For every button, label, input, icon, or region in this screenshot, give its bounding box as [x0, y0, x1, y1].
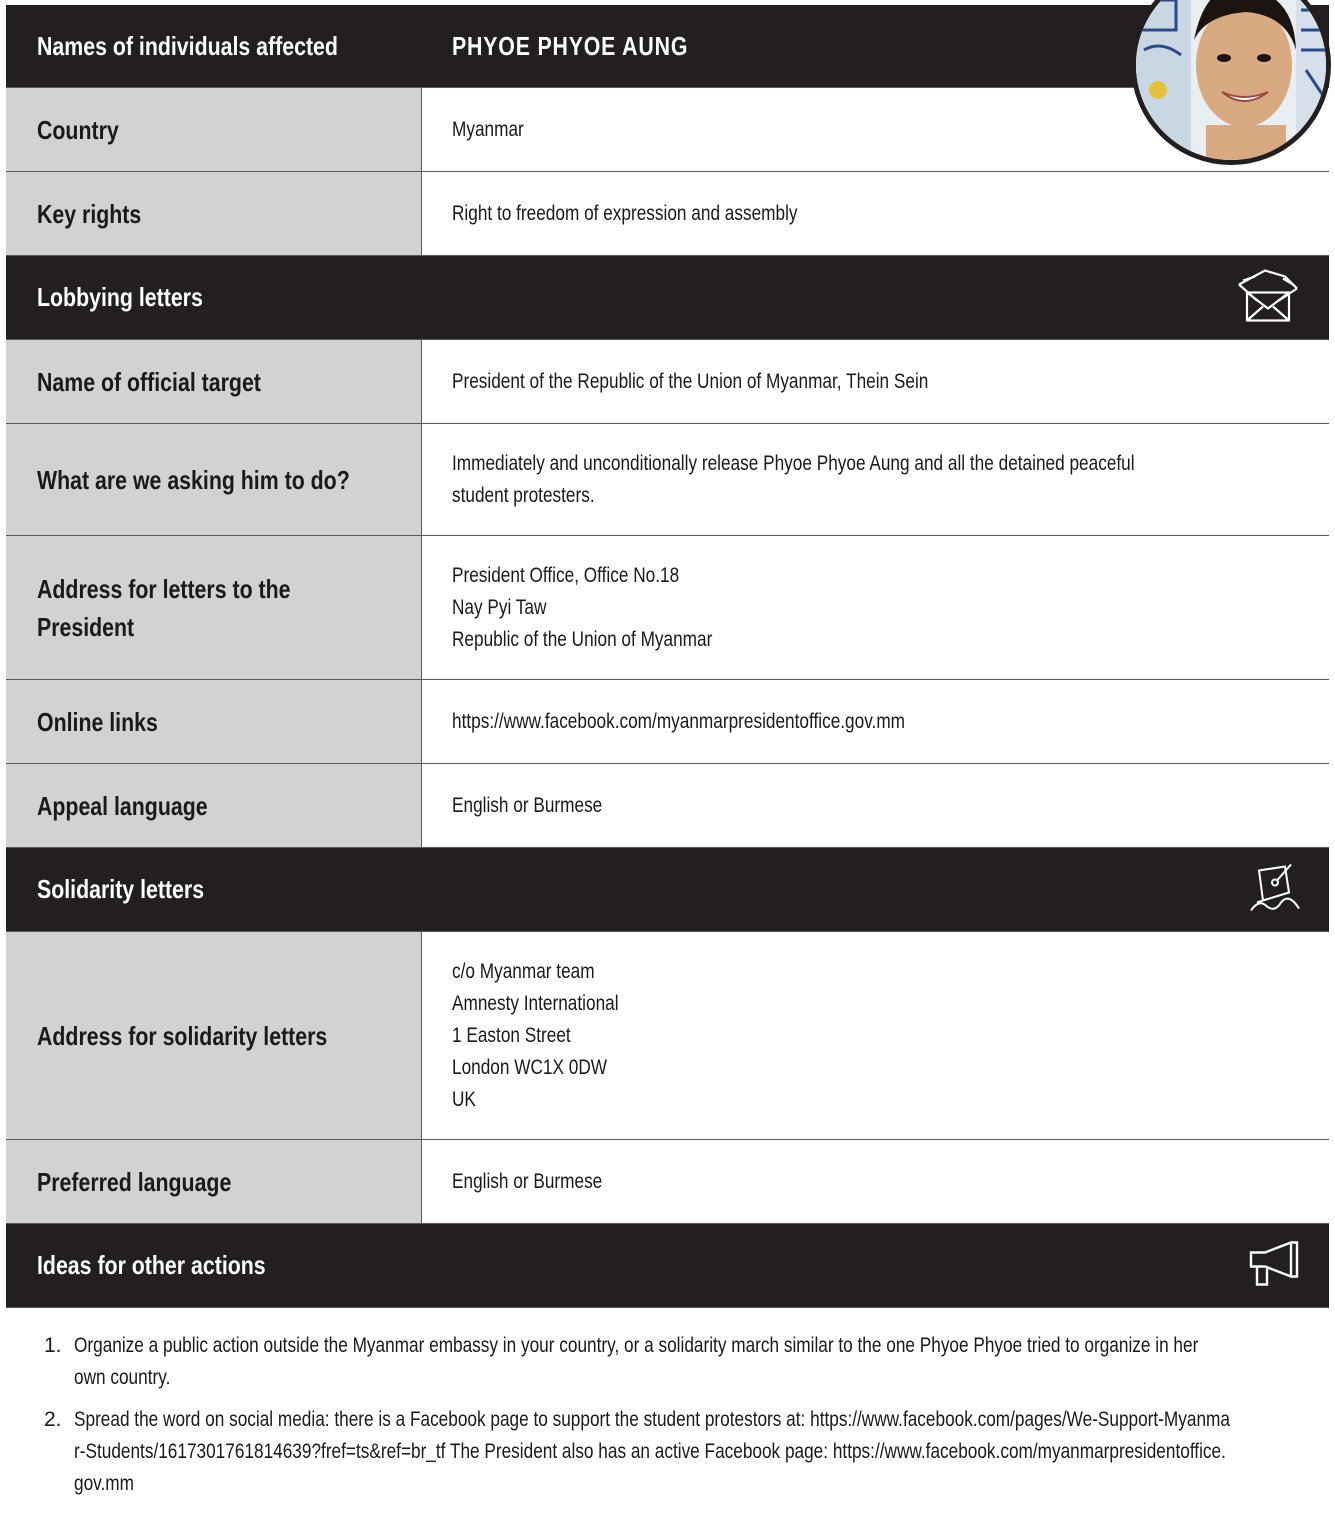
row-value[interactable]: https://www.facebook.com/myanmarpresiden…	[422, 680, 1329, 763]
section-title: Ideas for other actions	[37, 1250, 266, 1280]
row-label: Country	[6, 88, 422, 171]
country-row: Country Myanmar	[6, 88, 1329, 172]
ideas-section-header: Ideas for other actions	[6, 1224, 1329, 1308]
row-value: Immediately and unconditionally release …	[452, 451, 1135, 507]
list-item: 2. Spread the word on social media: ther…	[44, 1404, 1289, 1500]
list-number: 2.	[44, 1408, 62, 1431]
case-sheet: Names of individuals affected PHYOE PHYO…	[6, 0, 1331, 1520]
solidarity-address-row: Address for solidarity letters c/o Myanm…	[6, 932, 1329, 1140]
list-number: 1.	[44, 1334, 62, 1357]
row-value: President of the Republic of the Union o…	[452, 369, 929, 393]
row-value: President Office, Office No.18 Nay Pyi T…	[452, 563, 713, 651]
key-rights-row: Key rights Right to freedom of expressio…	[6, 172, 1329, 256]
row-label: Address for letters to the President	[6, 536, 422, 679]
asking-row: What are we asking him to do? Immediatel…	[6, 424, 1329, 536]
row-label: Preferred language	[6, 1140, 422, 1223]
section-title: Lobbying letters	[37, 282, 203, 312]
row-label: What are we asking him to do?	[6, 424, 422, 535]
header-label: Names of individuals affected	[37, 30, 338, 61]
envelope-icon	[1235, 266, 1301, 329]
row-label: Online links	[6, 680, 422, 763]
appeal-language-row: Appeal language English or Burmese	[6, 764, 1329, 848]
official-target-row: Name of official target President of the…	[6, 340, 1329, 424]
header-row: Names of individuals affected PHYOE PHYO…	[6, 0, 1331, 165]
section-title: Solidarity letters	[37, 874, 205, 904]
row-value: English or Burmese	[452, 1169, 603, 1193]
pen-nib-icon	[1249, 862, 1301, 917]
megaphone-icon	[1247, 1240, 1301, 1291]
row-value: English or Burmese	[452, 793, 603, 817]
row-value: c/o Myanmar team Amnesty International 1…	[452, 959, 619, 1111]
online-links-row: Online links https://www.facebook.com/my…	[6, 680, 1329, 764]
list-item: 1. Organize a public action outside the …	[44, 1330, 1289, 1394]
president-address-row: Address for letters to the President Pre…	[6, 536, 1329, 680]
preferred-language-row: Preferred language English or Burmese	[6, 1140, 1329, 1224]
row-label: Name of official target	[6, 340, 422, 423]
row-label: Address for solidarity letters	[6, 932, 422, 1139]
row-label: Key rights	[6, 172, 422, 255]
solidarity-section-header: Solidarity letters	[6, 848, 1329, 932]
row-label: Appeal language	[6, 764, 422, 847]
lobbying-section-header: Lobbying letters	[6, 256, 1329, 340]
row-value: Right to freedom of expression and assem…	[452, 201, 798, 225]
row-value: Myanmar	[452, 117, 524, 141]
list-text: Organize a public action outside the Mya…	[74, 1334, 1199, 1389]
ideas-list: 1. Organize a public action outside the …	[6, 1308, 1329, 1520]
list-text: Spread the word on social media: there i…	[74, 1408, 1230, 1495]
